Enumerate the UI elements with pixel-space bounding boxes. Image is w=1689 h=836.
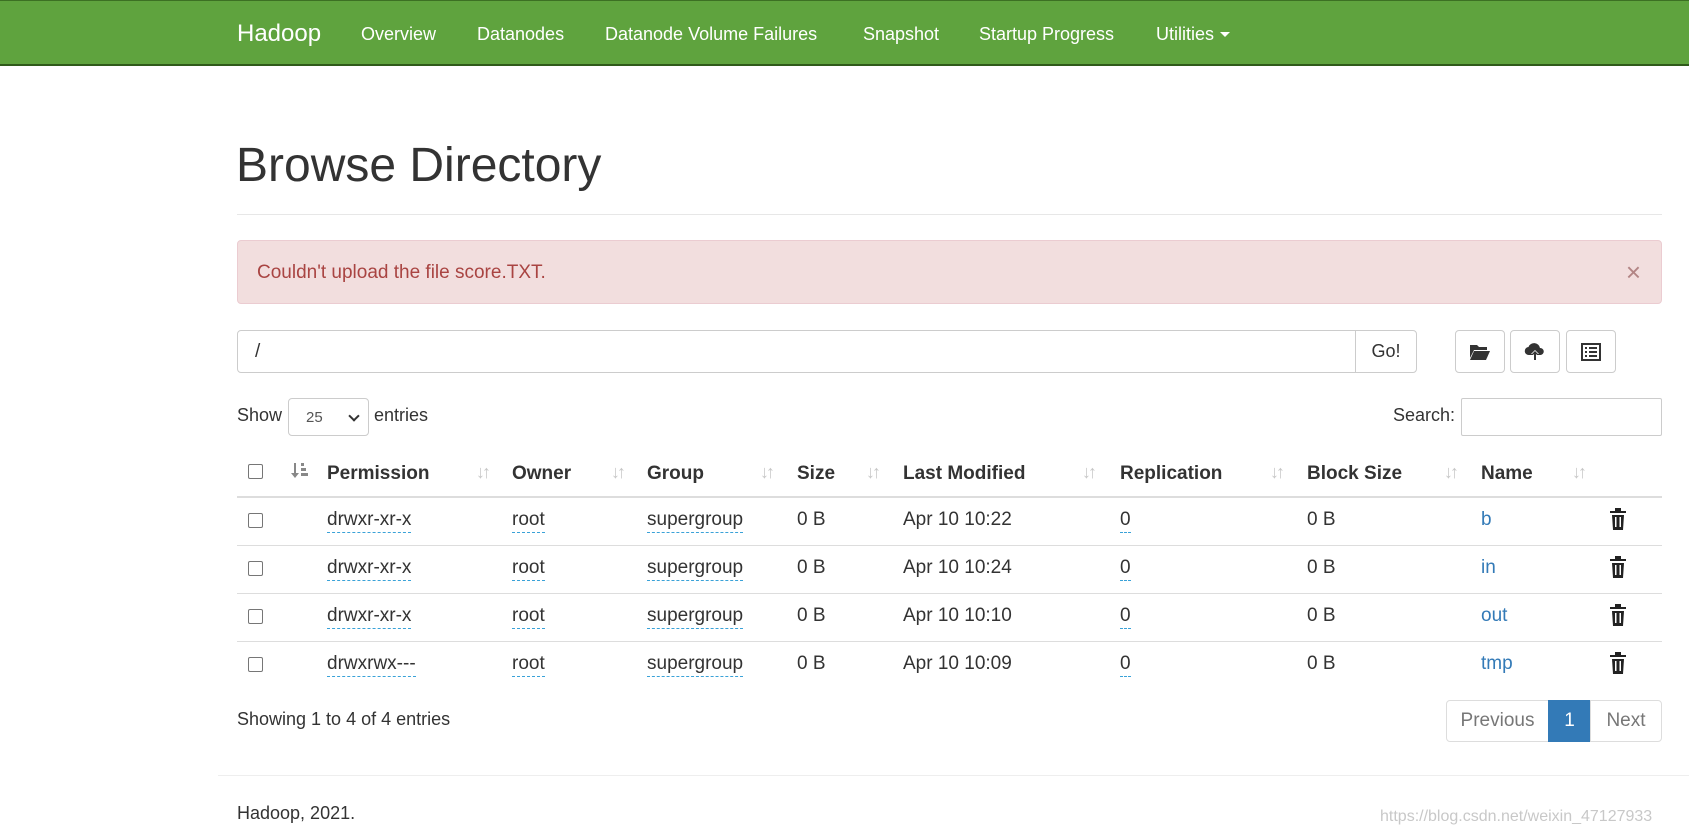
group-cell[interactable]: supergroup — [647, 605, 744, 629]
list-alt-icon — [1581, 342, 1601, 361]
entries-label: entries — [374, 405, 429, 425]
permission-cell[interactable]: drwxr-xr-x — [327, 509, 412, 533]
owner-cell[interactable]: root — [512, 605, 545, 629]
brand-link[interactable]: Hadoop — [237, 20, 321, 48]
permission-cell[interactable]: drwxrwx--- — [327, 653, 416, 677]
replication-cell[interactable]: 0 — [1120, 653, 1131, 677]
block-size-cell: 0 B — [1307, 557, 1336, 578]
replication-cell[interactable]: 0 — [1120, 605, 1131, 629]
next-button[interactable]: Next — [1590, 700, 1662, 742]
col-name[interactable]: Name — [1481, 463, 1533, 485]
row-checkbox[interactable] — [248, 561, 263, 576]
cloud-upload-icon — [1524, 342, 1544, 360]
nav-snapshot[interactable]: Snapshot — [863, 24, 939, 45]
row-divider — [237, 545, 1662, 546]
nav-overview[interactable]: Overview — [361, 24, 436, 45]
group-cell[interactable]: supergroup — [647, 653, 744, 677]
name-link[interactable]: out — [1481, 605, 1507, 627]
name-link[interactable]: tmp — [1481, 653, 1513, 675]
size-cell: 0 B — [797, 605, 826, 626]
replication-cell[interactable]: 0 — [1120, 557, 1131, 581]
modified-cell: Apr 10 10:24 — [903, 557, 1012, 578]
cut-paste-button[interactable] — [1566, 330, 1616, 373]
table-header-divider — [237, 496, 1662, 498]
trash-icon[interactable] — [1609, 556, 1627, 578]
title-divider — [237, 214, 1662, 215]
close-icon[interactable]: × — [1626, 259, 1641, 285]
table-info: Showing 1 to 4 of 4 entries — [237, 709, 451, 729]
trash-icon[interactable] — [1609, 604, 1627, 626]
group-cell[interactable]: supergroup — [647, 509, 744, 533]
row-checkbox[interactable] — [248, 513, 263, 528]
sort-icon[interactable]: ↓↑ — [866, 462, 881, 483]
navbar: Hadoop Overview Datanodes Datanode Volum… — [0, 0, 1689, 66]
search-label: Search: — [1393, 405, 1456, 425]
sort-icon[interactable]: ↓↑ — [611, 462, 626, 483]
owner-cell[interactable]: root — [512, 509, 545, 533]
folder-open-icon — [1470, 344, 1490, 360]
sort-icon[interactable]: ↓↑ — [1444, 462, 1459, 483]
sort-icon[interactable]: ↓↑ — [1572, 462, 1587, 483]
row-divider — [237, 641, 1662, 642]
size-cell: 0 B — [797, 653, 826, 674]
go-button[interactable]: Go! — [1355, 330, 1417, 373]
sort-icon[interactable]: ↓↑ — [476, 462, 491, 483]
col-owner[interactable]: Owner — [512, 463, 571, 485]
page-title: Browse Directory — [236, 139, 602, 192]
previous-button[interactable]: Previous — [1446, 700, 1549, 742]
nav-datanodes[interactable]: Datanodes — [477, 24, 564, 45]
size-cell: 0 B — [797, 557, 826, 578]
select-all-checkbox[interactable] — [248, 464, 263, 479]
owner-cell[interactable]: root — [512, 557, 545, 581]
sort-icon[interactable]: ↓↑ — [1270, 462, 1285, 483]
sort-numeric-asc-icon[interactable] — [290, 462, 310, 480]
row-divider — [237, 593, 1662, 594]
show-label: Show — [237, 405, 283, 425]
modified-cell: Apr 10 10:09 — [903, 653, 1012, 674]
trash-icon[interactable] — [1609, 652, 1627, 674]
watermark: https://blog.csdn.net/weixin_47127933 — [1380, 808, 1653, 825]
page-length-value: 25 — [306, 409, 323, 426]
col-permission[interactable]: Permission — [327, 463, 429, 485]
permission-cell[interactable]: drwxr-xr-x — [327, 605, 412, 629]
upload-button[interactable] — [1510, 330, 1560, 373]
page-1-button[interactable]: 1 — [1548, 700, 1591, 742]
search-input[interactable] — [1461, 398, 1662, 436]
size-cell: 0 B — [797, 509, 826, 530]
chevron-down-icon — [348, 410, 360, 422]
nav-utilities-dropdown[interactable]: Utilities — [1156, 24, 1231, 45]
col-replication[interactable]: Replication — [1120, 463, 1222, 485]
directory-path-input[interactable] — [237, 330, 1356, 373]
row-checkbox[interactable] — [248, 657, 263, 672]
col-last-modified[interactable]: Last Modified — [903, 463, 1025, 485]
col-group[interactable]: Group — [647, 463, 704, 485]
error-alert: Couldn't upload the file score.TXT. × — [237, 240, 1662, 304]
modified-cell: Apr 10 10:22 — [903, 509, 1012, 530]
block-size-cell: 0 B — [1307, 653, 1336, 674]
trash-icon[interactable] — [1609, 508, 1627, 530]
page-length-select[interactable]: 25 — [288, 398, 369, 436]
name-link[interactable]: in — [1481, 557, 1496, 579]
name-link[interactable]: b — [1481, 509, 1492, 531]
permission-cell[interactable]: drwxr-xr-x — [327, 557, 412, 581]
nav-utilities-label: Utilities — [1156, 24, 1215, 44]
modified-cell: Apr 10 10:10 — [903, 605, 1012, 626]
alert-message: Couldn't upload the file score.TXT. — [257, 262, 546, 283]
sort-icon[interactable]: ↓↑ — [760, 462, 775, 483]
owner-cell[interactable]: root — [512, 653, 545, 677]
col-block-size[interactable]: Block Size — [1307, 463, 1402, 485]
sort-icon[interactable]: ↓↑ — [1082, 462, 1097, 483]
group-cell[interactable]: supergroup — [647, 557, 744, 581]
col-size[interactable]: Size — [797, 463, 835, 485]
footer-text: Hadoop, 2021. — [237, 803, 356, 823]
block-size-cell: 0 B — [1307, 509, 1336, 530]
block-size-cell: 0 B — [1307, 605, 1336, 626]
row-checkbox[interactable] — [248, 609, 263, 624]
replication-cell[interactable]: 0 — [1120, 509, 1131, 533]
caret-down-icon — [1220, 31, 1231, 37]
nav-datanode-volume-failures[interactable]: Datanode Volume Failures — [605, 24, 817, 45]
create-directory-button[interactable] — [1455, 330, 1505, 373]
nav-startup-progress[interactable]: Startup Progress — [979, 24, 1114, 45]
footer-divider — [218, 775, 1689, 776]
